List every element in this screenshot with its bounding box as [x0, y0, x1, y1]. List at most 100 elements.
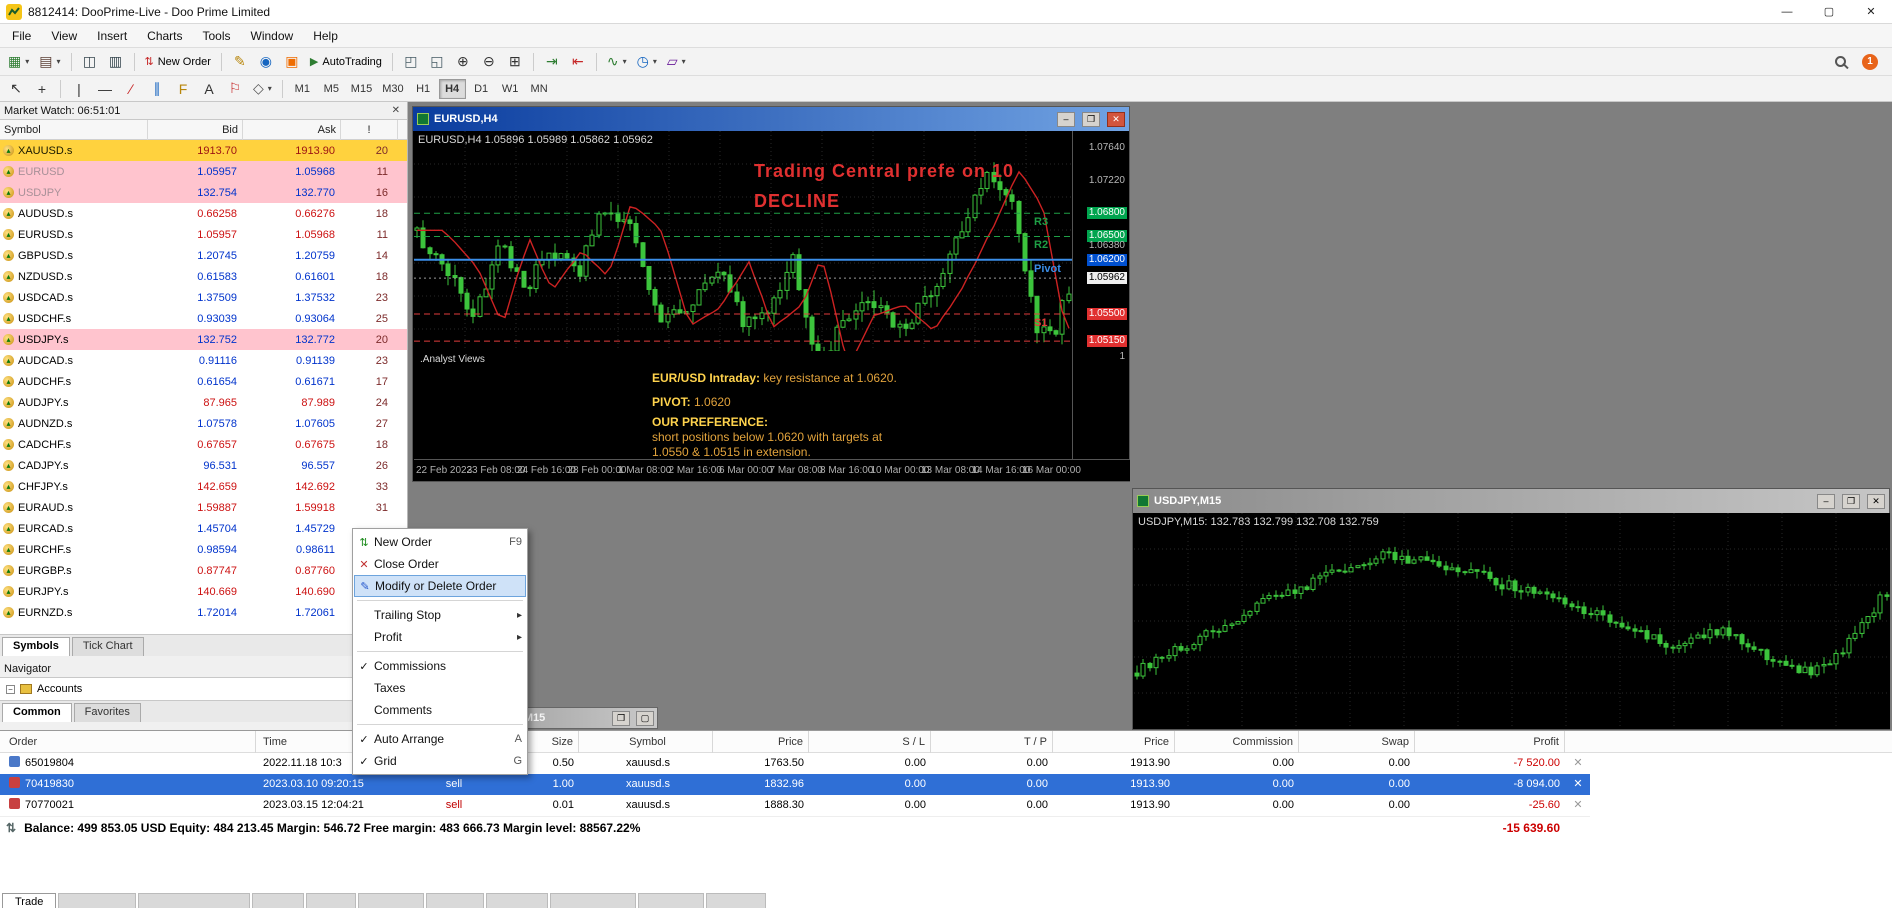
- close-order-icon[interactable]: ✕: [1568, 795, 1588, 816]
- chart1-close-button[interactable]: ✕: [1107, 112, 1125, 127]
- tab-common[interactable]: Common: [2, 703, 72, 722]
- order-row[interactable]: 704198302023.03.10 09:20:15sell1.00xauus…: [0, 774, 1590, 795]
- market-watch-row[interactable]: ▴AUDUSD.s0.662580.6627618: [0, 203, 407, 224]
- menu-window[interactable]: Window: [241, 26, 304, 46]
- tab-trade[interactable]: Trade: [2, 893, 56, 908]
- timeframe-h4[interactable]: H4: [439, 79, 466, 99]
- column-header-size[interactable]: Size: [527, 731, 579, 753]
- close-market-watch-button[interactable]: ✕: [389, 105, 403, 116]
- market-watch-row[interactable]: ▴EURNZD.s1.720141.72061: [0, 602, 407, 623]
- menu-insert[interactable]: Insert: [87, 26, 137, 46]
- market-watch-row[interactable]: ▴AUDNZD.s1.075781.0760527: [0, 413, 407, 434]
- timeframe-h1[interactable]: H1: [410, 79, 437, 99]
- market-watch-row[interactable]: ▴CADCHF.s0.676570.6767518: [0, 434, 407, 455]
- column-header-profit[interactable]: Profit: [1419, 731, 1565, 753]
- market-watch-toggle[interactable]: ◫: [78, 51, 102, 73]
- menu-view[interactable]: View: [41, 26, 87, 46]
- tab-tick-chart[interactable]: Tick Chart: [72, 637, 144, 656]
- menu-help[interactable]: Help: [303, 26, 348, 46]
- mw-col-bid[interactable]: Bid: [148, 120, 243, 140]
- mini-maximize-button[interactable]: ▢: [636, 711, 654, 726]
- search-icon[interactable]: [1835, 56, 1846, 67]
- chart2-close-button[interactable]: ✕: [1867, 494, 1885, 509]
- timeframe-d1[interactable]: D1: [468, 79, 495, 99]
- crosshair-tool[interactable]: +: [30, 78, 54, 100]
- menu-file[interactable]: File: [2, 26, 41, 46]
- tab-stub[interactable]: [306, 893, 356, 908]
- zoom-out-button[interactable]: ⊖: [477, 51, 501, 73]
- tile-horizontal-button[interactable]: ◰: [399, 51, 423, 73]
- market-watch-row[interactable]: ▴EURUSD.s1.059571.0596811: [0, 224, 407, 245]
- menu-item-auto-arrange[interactable]: ✓Auto ArrangeA: [354, 728, 526, 750]
- menu-item-profit[interactable]: Profit▸: [354, 626, 526, 648]
- market-watch-row[interactable]: ▴EURCAD.s1.457041.45729: [0, 518, 407, 539]
- market-watch-row[interactable]: ▴GBPUSD.s1.207451.2075914: [0, 245, 407, 266]
- text-tool[interactable]: A: [197, 78, 221, 100]
- close-button[interactable]: ✕: [1850, 0, 1892, 23]
- menu-item-modify-or-delete-order[interactable]: ✎Modify or Delete Order: [354, 575, 526, 597]
- channel-tool[interactable]: ∥: [145, 78, 169, 100]
- chart-shift-button[interactable]: ⇤: [566, 51, 590, 73]
- market-watch-row[interactable]: ▴AUDCHF.s0.616540.6167117: [0, 371, 407, 392]
- tab-stub[interactable]: [138, 893, 250, 908]
- menu-item-grid[interactable]: ✓GridG: [354, 750, 526, 772]
- mw-col-symbol[interactable]: Symbol: [0, 120, 148, 140]
- menu-charts[interactable]: Charts: [137, 26, 192, 46]
- timeframe-m15[interactable]: M15: [347, 79, 376, 99]
- autotrading-button[interactable]: ▶AutoTrading: [306, 51, 386, 73]
- column-header-t-p[interactable]: T / P: [935, 731, 1053, 753]
- column-header-s-l[interactable]: S / L: [813, 731, 931, 753]
- tab-stub[interactable]: [706, 893, 766, 908]
- order-row[interactable]: 707700212023.03.15 12:04:21sell0.01xauus…: [0, 795, 1590, 816]
- tile-vertical-button[interactable]: ◱: [425, 51, 449, 73]
- market-watch-row[interactable]: ▴EURUSD1.059571.0596811: [0, 161, 407, 182]
- order-row[interactable]: 650198042022.11.18 10:3sell0.50xauusd.s1…: [0, 753, 1590, 774]
- tree-expand-icon[interactable]: −: [6, 685, 15, 694]
- chart2-minimize-button[interactable]: –: [1817, 494, 1835, 509]
- market-watch-row[interactable]: ▴EURAUD.s1.598871.5991831: [0, 497, 407, 518]
- new-order-button[interactable]: ⇅New Order: [141, 51, 215, 73]
- market-watch-row[interactable]: ▴USDJPY.s132.752132.77220: [0, 329, 407, 350]
- templates-button[interactable]: ▱▾: [663, 51, 690, 73]
- tab-stub[interactable]: [252, 893, 304, 908]
- indicators-button[interactable]: ∿▾: [603, 51, 631, 73]
- shapes-dropdown[interactable]: ◇▾: [249, 78, 276, 100]
- zoom-in-button[interactable]: ⊕: [451, 51, 475, 73]
- timeframe-w1[interactable]: W1: [497, 79, 524, 99]
- chart1-restore-button[interactable]: ❐: [1082, 112, 1100, 127]
- menu-item-close-order[interactable]: ✕Close Order: [354, 553, 526, 575]
- tab-stub[interactable]: [638, 893, 704, 908]
- market-watch-row[interactable]: ▴AUDJPY.s87.96587.98924: [0, 392, 407, 413]
- tab-stub[interactable]: [358, 893, 424, 908]
- menu-tools[interactable]: Tools: [193, 26, 241, 46]
- chart1-titlebar[interactable]: EURUSD,H4 – ❐ ✕: [413, 107, 1129, 131]
- tab-stub[interactable]: [58, 893, 136, 908]
- notification-badge[interactable]: 1: [1862, 54, 1878, 70]
- community-button[interactable]: ◉: [254, 51, 278, 73]
- periods-button[interactable]: ◷▾: [633, 51, 661, 73]
- mw-col-[interactable]: !: [341, 120, 398, 140]
- column-header-order[interactable]: Order: [4, 731, 256, 753]
- arrows-tool[interactable]: ⚐: [223, 78, 247, 100]
- maximize-button[interactable]: ▢: [1808, 0, 1850, 23]
- horizontal-line-tool[interactable]: —: [93, 78, 117, 100]
- vertical-line-tool[interactable]: |: [67, 78, 91, 100]
- tile-windows-button[interactable]: ⊞: [503, 51, 527, 73]
- chart1-minimize-button[interactable]: –: [1057, 112, 1075, 127]
- column-header-price[interactable]: Price: [717, 731, 809, 753]
- column-header-price[interactable]: Price: [1057, 731, 1175, 753]
- menu-item-taxes[interactable]: Taxes: [354, 677, 526, 699]
- profiles-button[interactable]: ▤▾: [35, 51, 64, 73]
- market-watch-row[interactable]: ▴USDJPY132.754132.77016: [0, 182, 407, 203]
- trendline-tool[interactable]: ∕: [119, 78, 143, 100]
- market-watch-row[interactable]: ▴USDCAD.s1.375091.3753223: [0, 287, 407, 308]
- chart2-restore-button[interactable]: ❐: [1842, 494, 1860, 509]
- metaeditor-button[interactable]: ✎: [228, 51, 252, 73]
- menu-item-trailing-stop[interactable]: Trailing Stop▸: [354, 604, 526, 626]
- tab-stub[interactable]: [550, 893, 636, 908]
- cursor-tool[interactable]: ↖: [4, 78, 28, 100]
- menu-item-commissions[interactable]: ✓Commissions: [354, 655, 526, 677]
- chart2-titlebar[interactable]: USDJPY,M15 – ❐ ✕: [1133, 489, 1889, 513]
- column-header-swap[interactable]: Swap: [1303, 731, 1415, 753]
- mini-restore-button[interactable]: ❐: [612, 711, 630, 726]
